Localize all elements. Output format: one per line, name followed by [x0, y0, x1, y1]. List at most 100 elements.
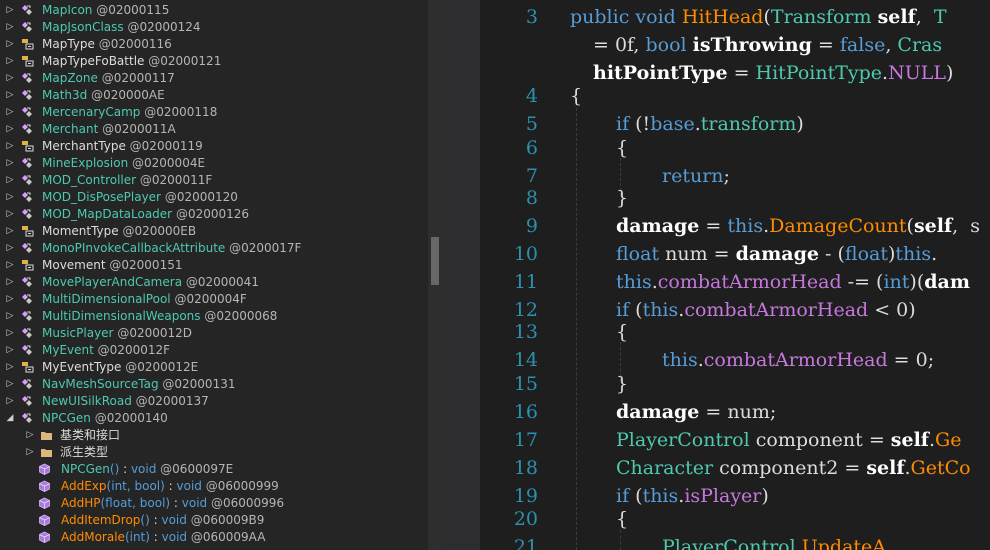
assembly-explorer-tree[interactable]: ▷ MapIcon @02000115 ▷ MapJsonClass @0200012… [0, 0, 428, 550]
code-token: ( [629, 299, 643, 321]
method-icon [38, 514, 51, 527]
collapsed-arrow-icon[interactable]: ▷ [6, 308, 14, 325]
code-token: = 0; [887, 349, 935, 371]
collapsed-arrow-icon[interactable]: ▷ [6, 240, 14, 257]
tree-item[interactable]: ▷ MapJsonClass @02000124 [0, 19, 428, 36]
tree-member[interactable]: AddExp(int, bool) : void @06000999 [0, 478, 428, 495]
code-token: DamageCount [769, 215, 907, 237]
code-token: this [662, 349, 698, 371]
tree-item[interactable]: ▷ MapIcon @02000115 [0, 2, 428, 19]
tree-item[interactable]: ▷ Movement @02000151 [0, 257, 428, 274]
class-icon [21, 89, 34, 102]
collapsed-arrow-icon[interactable]: ▷ [6, 19, 14, 36]
code-token: float [844, 243, 888, 265]
line-number: 14 [513, 349, 538, 371]
code-token: GetCo [910, 457, 971, 479]
member-name: AddExp [61, 479, 107, 493]
tree-item[interactable]: ▷ MercenaryCamp @02000118 [0, 104, 428, 121]
collapsed-arrow-icon[interactable]: ▷ [6, 274, 14, 291]
tree-item[interactable]: ▷ MyEvent @0200012F [0, 342, 428, 359]
tree-item[interactable]: ▷ NewUISilkRoad @02000137 [0, 393, 428, 410]
collapsed-arrow-icon[interactable]: ▷ [26, 427, 34, 444]
collapsed-arrow-icon[interactable]: ▷ [6, 53, 14, 70]
indent-guide [576, 108, 577, 550]
tree-member[interactable]: AddHP(float, bool) : void @06000996 [0, 495, 428, 512]
collapsed-arrow-icon[interactable]: ▷ [6, 121, 14, 138]
tree-folder[interactable]: ▷ 基类和接口 [0, 427, 428, 444]
code-token: public [570, 6, 630, 28]
collapsed-arrow-icon[interactable]: ▷ [6, 155, 14, 172]
tree-member[interactable]: AddItemDrop() : void @060009B9 [0, 512, 428, 529]
pane-splitter[interactable] [442, 0, 480, 550]
tree-item[interactable]: ▷ MyEventType @0200012E [0, 359, 428, 376]
tree-item[interactable]: ▷ MultiDimensionalWeapons @02000068 [0, 308, 428, 325]
collapsed-arrow-icon[interactable]: ▷ [6, 342, 14, 359]
tree-folder[interactable]: ▷ 派生类型 [0, 444, 428, 461]
tree-member[interactable]: AddMorale(int) : void @060009AA [0, 529, 428, 546]
tree-item[interactable]: ▷ MultiDimensionalPool @0200004F [0, 291, 428, 308]
tree-vertical-scrollbar[interactable] [428, 0, 442, 550]
collapsed-arrow-icon[interactable]: ▷ [6, 36, 14, 53]
folder-icon [40, 446, 53, 459]
code-token: ) [761, 485, 769, 507]
tree-item[interactable]: ▷ MonoPInvokeCallbackAttribute @0200017F [0, 240, 428, 257]
tree-item[interactable]: ▷ MineExplosion @0200004E [0, 155, 428, 172]
collapsed-arrow-icon[interactable]: ▷ [6, 393, 14, 410]
tree-item[interactable]: ▷ MapZone @02000117 [0, 70, 428, 87]
tree-item[interactable]: ▷ Math3d @020000AE [0, 87, 428, 104]
tree-item[interactable]: ▷ MapTypeFoBattle @02000121 [0, 53, 428, 70]
tree-item[interactable]: ▷ MusicPlayer @0200012D [0, 325, 428, 342]
collapsed-arrow-icon[interactable]: ▷ [6, 325, 14, 342]
class-icon [21, 344, 34, 357]
class-icon [21, 191, 34, 204]
collapsed-arrow-icon[interactable]: ▷ [6, 87, 14, 104]
code-token: false [839, 34, 886, 56]
class-icon [21, 293, 34, 306]
expanded-arrow-icon[interactable]: ◢ [6, 410, 14, 427]
tree-item[interactable]: ▷ MapType @02000116 [0, 36, 428, 53]
tree-item[interactable]: ▷ MOD_Controller @0200011F [0, 172, 428, 189]
code-line: this.combatArmorHead = 0; [662, 349, 934, 371]
collapsed-arrow-icon[interactable]: ▷ [6, 291, 14, 308]
tree-item[interactable]: ▷ MomentType @020000EB [0, 223, 428, 240]
collapsed-arrow-icon[interactable]: ▷ [6, 172, 14, 189]
tree-item[interactable]: ▷ MerchantType @02000119 [0, 138, 428, 155]
collapsed-arrow-icon[interactable]: ▷ [6, 138, 14, 155]
collapsed-arrow-icon[interactable]: ▷ [6, 2, 14, 19]
code-token: { [616, 508, 629, 530]
tree-item-label: MomentType @020000EB [42, 223, 196, 240]
collapsed-arrow-icon[interactable]: ▷ [6, 257, 14, 274]
code-token: this [642, 485, 679, 507]
code-token: PlayerControl [662, 536, 796, 550]
tree-item[interactable]: ▷ Merchant @0200011A [0, 121, 428, 138]
tree-item[interactable]: ▷ MovePlayerAndCamera @02000041 [0, 274, 428, 291]
tree-item[interactable]: ▷ MOD_DisPosePlayer @02000120 [0, 189, 428, 206]
tree-member[interactable]: NPCGen() : void @0600097E [0, 461, 428, 478]
collapsed-arrow-icon[interactable]: ▷ [6, 359, 14, 376]
collapsed-arrow-icon[interactable]: ▷ [26, 444, 34, 461]
line-number: 18 [513, 457, 538, 479]
method-icon [38, 531, 51, 544]
collapsed-arrow-icon[interactable]: ▷ [6, 206, 14, 223]
code-editor[interactable]: 3 public void HitHead(Transform self, T = … [480, 0, 990, 550]
class-icon [21, 412, 34, 425]
tree-item[interactable]: ▷ NavMeshSourceTag @02000131 [0, 376, 428, 393]
type-name: MyEventType [42, 360, 122, 374]
collapsed-arrow-icon[interactable]: ▷ [6, 223, 14, 240]
collapsed-arrow-icon[interactable]: ▷ [6, 376, 14, 393]
code-token: component2 = [713, 457, 867, 479]
type-name: MapTypeFoBattle [42, 54, 145, 68]
type-name: Math3d [42, 88, 88, 102]
scrollbar-thumb[interactable] [431, 237, 439, 285]
collapsed-arrow-icon[interactable]: ▷ [6, 189, 14, 206]
collapsed-arrow-icon[interactable]: ▷ [6, 104, 14, 121]
metadata-token: @0200004E [132, 156, 206, 170]
tree-item[interactable]: ▷ MOD_MapDataLoader @02000126 [0, 206, 428, 223]
metadata-token: @02000121 [148, 54, 222, 68]
member-name: AddMorale [61, 530, 125, 544]
line-number: 6 [525, 137, 538, 159]
code-token: combatArmorHead [703, 349, 888, 371]
code-token: float [616, 243, 660, 265]
tree-item[interactable]: ◢ NPCGen @02000140 [0, 410, 428, 427]
collapsed-arrow-icon[interactable]: ▷ [6, 70, 14, 87]
